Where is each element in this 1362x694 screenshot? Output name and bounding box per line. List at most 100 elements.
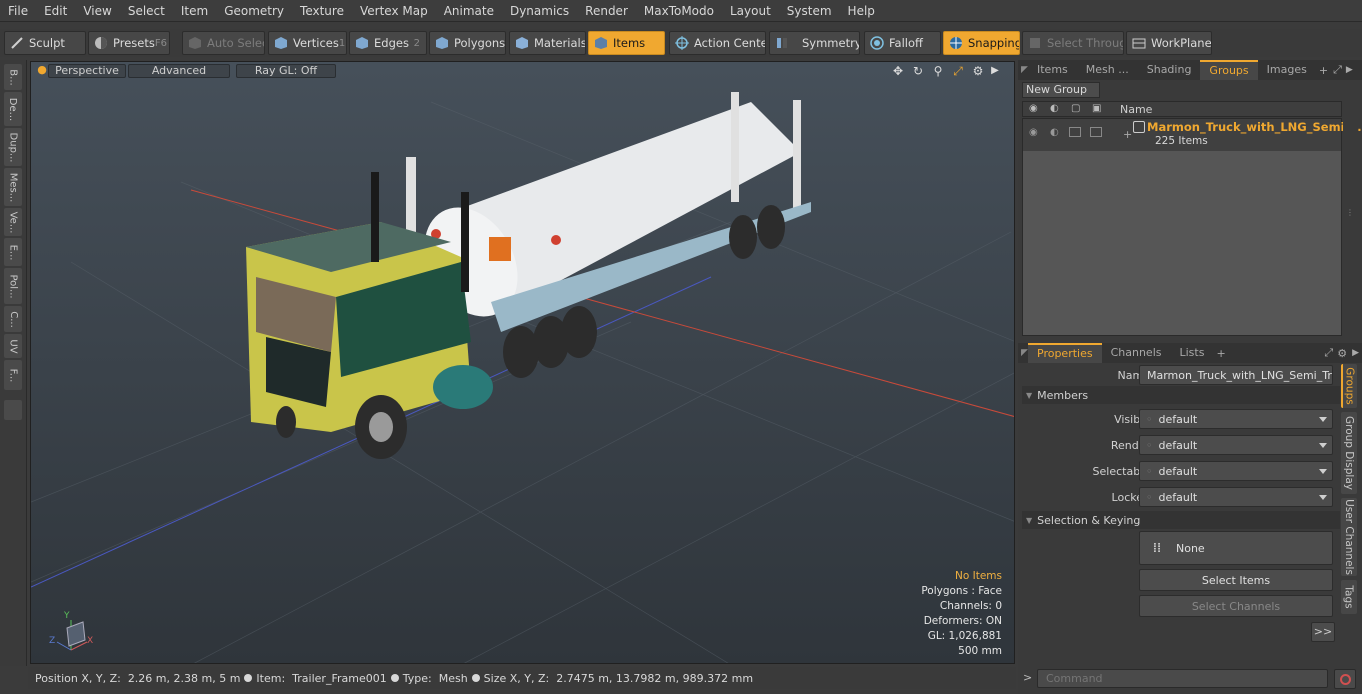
- gear-icon[interactable]: ⚙: [970, 64, 986, 78]
- group-row[interactable]: ◉ ◐ + Marmon_Truck_with_LNG_Semi ... 225…: [1023, 119, 1362, 151]
- keying-none-button[interactable]: ⁞⁞ None: [1139, 531, 1333, 565]
- menu-vertex-map[interactable]: Vertex Map: [352, 4, 436, 18]
- shading-mode-button[interactable]: Advanced: [128, 64, 230, 78]
- vertices-button[interactable]: Vertices 1: [268, 31, 347, 55]
- left-tab-vertex[interactable]: Ve...: [4, 208, 22, 236]
- left-tab-mesh-edit[interactable]: Mes...: [4, 168, 22, 206]
- groups-scrollbar[interactable]: ⋮: [1343, 100, 1357, 336]
- select-items-button[interactable]: Select Items: [1139, 569, 1333, 591]
- chevron-right-icon[interactable]: ▶: [990, 64, 1000, 78]
- menu-layout[interactable]: Layout: [722, 4, 779, 18]
- cube-icon: [188, 36, 202, 50]
- maximize-icon[interactable]: ⤢: [950, 64, 966, 78]
- select-through-button[interactable]: Select Through: [1022, 31, 1124, 55]
- edges-button[interactable]: Edges 2: [349, 31, 427, 55]
- symmetry-button[interactable]: Symmetry: [769, 31, 860, 55]
- selection-keying-section[interactable]: ▼ Selection & Keying: [1022, 511, 1340, 529]
- action-center-button[interactable]: Action Center: [669, 31, 766, 55]
- expand-icon[interactable]: ⤢: [1322, 346, 1335, 360]
- left-tab-curve[interactable]: C...: [4, 306, 22, 332]
- select-icon[interactable]: ▣: [1092, 103, 1101, 114]
- locked-dropdown[interactable]: ◦ default: [1139, 487, 1333, 507]
- left-tab-deform[interactable]: De...: [4, 92, 22, 126]
- menu-file[interactable]: File: [0, 4, 36, 18]
- sculpt-button[interactable]: Sculpt: [4, 31, 86, 55]
- select-toggle[interactable]: [1090, 127, 1102, 137]
- viewport-menu-dot-icon[interactable]: ●: [37, 64, 47, 78]
- tab-images[interactable]: Images: [1258, 60, 1316, 80]
- menu-dynamics[interactable]: Dynamics: [502, 4, 577, 18]
- panel-menu-icon[interactable]: ◤: [1018, 65, 1028, 75]
- chevron-right-icon[interactable]: ▶: [1349, 348, 1362, 358]
- side-tab-groups[interactable]: Groups: [1341, 364, 1357, 408]
- panel-menu-icon[interactable]: ◤: [1018, 348, 1028, 358]
- render-icon[interactable]: ◐: [1050, 127, 1059, 138]
- tab-groups[interactable]: Groups: [1200, 60, 1258, 80]
- workplane-button[interactable]: WorkPlane: [1126, 31, 1212, 55]
- expand-icon[interactable]: ⤢: [1331, 63, 1344, 77]
- lock-icon[interactable]: ▢: [1071, 103, 1080, 114]
- tab-lists[interactable]: Lists: [1171, 343, 1214, 363]
- gear-icon[interactable]: ⚙: [1335, 347, 1349, 360]
- menu-system[interactable]: System: [779, 4, 840, 18]
- more-button[interactable]: >>: [1311, 622, 1335, 642]
- tab-mesh[interactable]: Mesh ...: [1077, 60, 1138, 80]
- menu-help[interactable]: Help: [840, 4, 883, 18]
- menu-view[interactable]: View: [75, 4, 119, 18]
- raygl-button[interactable]: Ray GL: Off: [236, 64, 336, 78]
- members-section[interactable]: ▼ Members: [1022, 386, 1340, 404]
- tab-properties[interactable]: Properties: [1028, 343, 1102, 363]
- menu-item[interactable]: Item: [173, 4, 216, 18]
- render-dropdown[interactable]: ◦ default: [1139, 435, 1333, 455]
- scroll-handle-icon[interactable]: ⋮: [1346, 208, 1354, 217]
- position-label: Position X, Y, Z:: [35, 671, 121, 685]
- pan-icon[interactable]: ✥: [890, 64, 906, 78]
- eye-icon[interactable]: ◉: [1029, 127, 1038, 138]
- render-icon[interactable]: ◐: [1050, 103, 1059, 114]
- menu-maxtomodo[interactable]: MaxToModo: [636, 4, 722, 18]
- tab-items[interactable]: Items: [1028, 60, 1077, 80]
- side-tab-user-channels[interactable]: User Channels: [1341, 498, 1357, 576]
- visible-dropdown[interactable]: ◦ default: [1139, 409, 1333, 429]
- presets-button[interactable]: Presets F6: [88, 31, 170, 55]
- tab-shading[interactable]: Shading: [1138, 60, 1201, 80]
- eye-icon[interactable]: ◉: [1029, 103, 1038, 114]
- left-tab-extra[interactable]: [4, 400, 22, 420]
- view-mode-button[interactable]: Perspective: [48, 64, 126, 78]
- falloff-button[interactable]: Falloff: [864, 31, 941, 55]
- expand-plus-icon[interactable]: +: [1123, 128, 1132, 141]
- materials-button[interactable]: Materials: [509, 31, 586, 55]
- menu-animate[interactable]: Animate: [436, 4, 502, 18]
- select-channels-button[interactable]: Select Channels: [1139, 595, 1333, 617]
- record-button[interactable]: [1334, 669, 1356, 689]
- menu-edit[interactable]: Edit: [36, 4, 75, 18]
- menu-geometry[interactable]: Geometry: [216, 4, 292, 18]
- left-tab-fusion[interactable]: F...: [4, 360, 22, 390]
- left-tab-basic[interactable]: B...: [4, 64, 22, 90]
- left-tab-duplicate[interactable]: Dup...: [4, 128, 22, 166]
- snapping-button[interactable]: Snapping: [943, 31, 1020, 55]
- name-field[interactable]: Marmon_Truck_with_LNG_Semi_Trailer: [1139, 365, 1333, 385]
- zoom-icon[interactable]: ⚲: [930, 64, 946, 78]
- left-tab-polygon[interactable]: Pol...: [4, 268, 22, 304]
- lock-toggle[interactable]: [1069, 127, 1081, 137]
- left-tab-uv[interactable]: UV: [4, 334, 22, 358]
- add-tab-icon[interactable]: +: [1213, 347, 1228, 360]
- selectable-dropdown[interactable]: ◦ default: [1139, 461, 1333, 481]
- command-input[interactable]: [1037, 669, 1328, 688]
- items-button[interactable]: Items: [588, 31, 665, 55]
- menu-render[interactable]: Render: [577, 4, 636, 18]
- polygons-button[interactable]: Polygons: [429, 31, 506, 55]
- menu-select[interactable]: Select: [120, 4, 173, 18]
- menu-texture[interactable]: Texture: [292, 4, 352, 18]
- add-tab-icon[interactable]: +: [1316, 64, 1331, 77]
- tab-channels[interactable]: Channels: [1102, 343, 1171, 363]
- rotate-icon[interactable]: ↻: [910, 64, 926, 78]
- auto-select-button[interactable]: Auto Select: [182, 31, 265, 55]
- side-tab-tags[interactable]: Tags: [1341, 580, 1357, 614]
- chevron-right-icon[interactable]: ▶: [1344, 65, 1355, 75]
- side-tab-group-display[interactable]: Group Display: [1341, 412, 1357, 494]
- 3d-viewport[interactable]: ● Perspective Advanced Ray GL: Off ✥ ↻ ⚲…: [30, 61, 1015, 664]
- new-group-button[interactable]: New Group: [1022, 82, 1100, 98]
- left-tab-edge[interactable]: E...: [4, 238, 22, 266]
